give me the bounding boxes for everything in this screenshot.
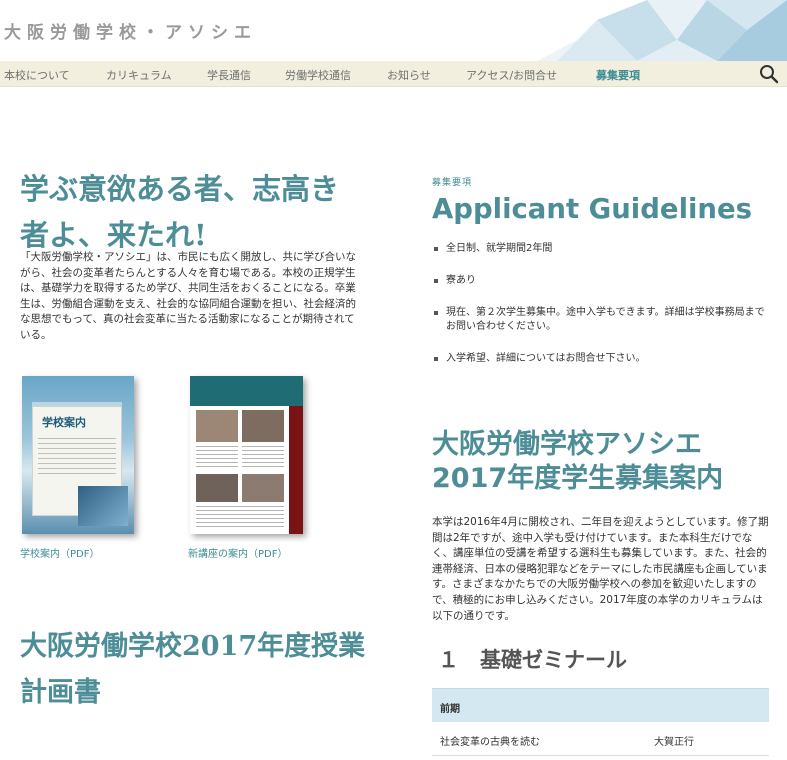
hero-title: 学ぶ意欲ある者、志高き者よ、来たれ! xyxy=(20,172,340,252)
brochure-title: 学校案内 xyxy=(42,416,86,429)
guidelines-list: 全日制、就学期間2年間 寮あり 現在、第２次学生募集中。途中入学もできます。詳細… xyxy=(432,242,772,366)
recruitment-paragraph: 本学は2016年4月に開校され、二年目を迎えようとしています。修了期間は2年です… xyxy=(432,516,769,622)
list-item: 入学希望、詳細についてはお問合せ下さい。 xyxy=(432,352,772,366)
course-name: 社会変革の古典を読む xyxy=(440,737,540,748)
curriculum-plan-title[interactable]: 大阪労働学校2017年度授業計画書 xyxy=(20,624,380,716)
brochure-text-block xyxy=(196,446,238,470)
nav-item-about[interactable]: 本校について xyxy=(4,67,70,83)
search-icon[interactable] xyxy=(759,64,779,84)
brochure-text-block xyxy=(196,506,284,530)
school-guide-pdf-link[interactable]: 学校案内（PDF） xyxy=(20,545,99,560)
site-header: 大阪労働学校・アソシエ xyxy=(0,0,787,61)
recruitment-title: 大阪労働学校アソシエ2017年度学生募集案内 xyxy=(432,429,724,494)
brochure-photo xyxy=(242,410,284,442)
main-nav: 本校について カリキュラム 学長通信 労働学校通信 お知らせ アクセス/お問合せ… xyxy=(0,61,787,87)
brochure-photo xyxy=(196,474,238,502)
nav-item-access-contact[interactable]: アクセス/お問合せ xyxy=(466,67,557,83)
header-decoration xyxy=(537,0,787,61)
brochure-photo xyxy=(196,410,238,442)
new-course-pdf-link[interactable]: 新講座の案内（PDF） xyxy=(188,545,287,560)
nav-item-curriculum[interactable]: カリキュラム xyxy=(106,67,172,83)
nav-item-school-news[interactable]: 労働学校通信 xyxy=(285,67,351,83)
brochure-text-block xyxy=(242,446,284,470)
nav-item-notices[interactable]: お知らせ xyxy=(387,67,431,83)
nav-item-president-letter[interactable]: 学長通信 xyxy=(207,67,251,83)
nav-item-admissions[interactable]: 募集要項 xyxy=(596,67,640,83)
brochure-photo xyxy=(78,486,128,526)
seminar-table: 前期 社会変革の古典を読む 大賀正行 xyxy=(432,688,769,756)
table-header: 前期 xyxy=(432,688,769,722)
course-teacher: 大賀正行 xyxy=(654,737,694,748)
guidelines-title: Applicant Guidelines xyxy=(432,193,753,225)
table-row: 社会変革の古典を読む 大賀正行 xyxy=(432,722,769,756)
list-item: 寮あり xyxy=(432,274,772,288)
school-guide-brochure-image[interactable]: 学校案内 xyxy=(22,376,134,534)
list-item: 全日制、就学期間2年間 xyxy=(432,242,772,256)
list-item: 現在、第２次学生募集中。途中入学もできます。詳細は学校事務局までお問い合わせくだ… xyxy=(432,306,772,334)
brochure-photo xyxy=(242,474,284,502)
brochure-side-band xyxy=(289,406,303,534)
site-title[interactable]: 大阪労働学校・アソシエ xyxy=(4,18,257,43)
brochure-text-lines xyxy=(38,438,116,478)
seminar-heading: １ 基礎ゼミナール xyxy=(438,647,627,672)
new-course-brochure-image[interactable] xyxy=(190,376,303,534)
section-kicker: 募集要項 xyxy=(432,178,473,188)
intro-paragraph: 「大阪労働学校・アソシエ」は、市民にも広く開放し、共に学び合いながら、社会の変革… xyxy=(20,251,356,341)
